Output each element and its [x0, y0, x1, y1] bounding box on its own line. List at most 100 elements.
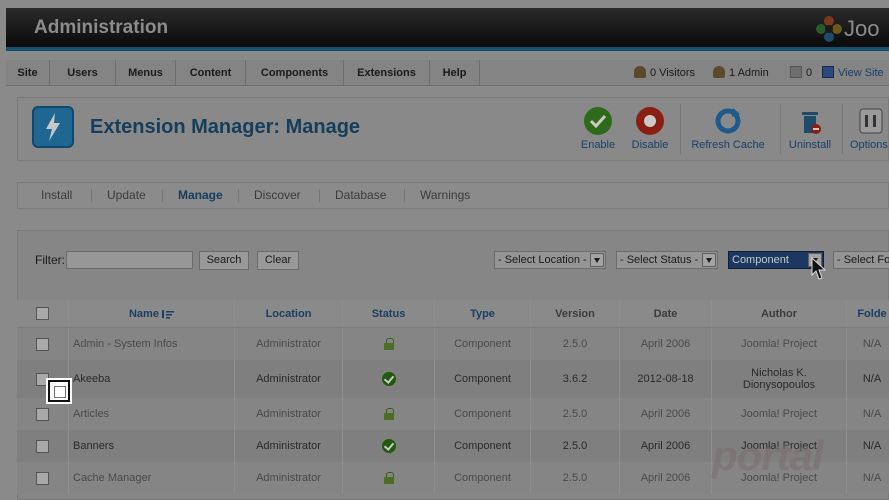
cell-status[interactable]: [343, 430, 435, 462]
tab-discover[interactable]: Discover: [254, 183, 301, 208]
cell-type: Component: [435, 360, 531, 398]
options-icon: [859, 108, 883, 134]
clear-button[interactable]: Clear: [257, 251, 299, 270]
menu-content[interactable]: Content: [176, 60, 246, 86]
header-title: Administration: [34, 17, 169, 38]
cell-date: April 2006: [620, 328, 712, 360]
admin-icon: [713, 66, 725, 78]
row-select-cell: [17, 462, 69, 494]
tab-warnings[interactable]: Warnings: [420, 183, 470, 208]
cell-date: April 2006: [620, 430, 712, 462]
header-folder[interactable]: Folde: [847, 300, 889, 327]
lock-icon: [383, 408, 394, 420]
cell-folder: N/A: [862, 472, 882, 484]
cell-status: [343, 398, 435, 430]
row-checkbox[interactable]: [36, 407, 49, 421]
toolbar-separator: [842, 104, 843, 154]
type-select[interactable]: Component: [728, 251, 824, 269]
tab-database[interactable]: Database: [335, 183, 386, 208]
row-select-cell: [17, 398, 69, 430]
chevron-down-icon: [702, 253, 716, 267]
visitors-status: 0 Visitors: [634, 60, 695, 86]
cell-version: 2.5.0: [531, 398, 620, 430]
cell-location: Administrator: [235, 328, 343, 360]
mail-icon: [790, 66, 802, 78]
header-date[interactable]: Date: [620, 300, 712, 327]
main-menubar: Site Users Menus Content Components Exte…: [6, 60, 889, 86]
menu-components[interactable]: Components: [246, 60, 344, 86]
cell-type: Component: [435, 398, 531, 430]
cell-date: April 2006: [620, 462, 712, 494]
header-location[interactable]: Location: [235, 300, 343, 327]
page-title: Extension Manager: Manage: [90, 116, 361, 138]
refresh-cache-button[interactable]: Refresh Cache: [688, 106, 768, 151]
cell-author: Joomla! Project: [712, 398, 847, 430]
admin-header: Administration Joo: [6, 8, 889, 51]
row-checkbox[interactable]: [36, 337, 49, 351]
options-button[interactable]: Options: [850, 106, 889, 151]
cell-status: [343, 462, 435, 494]
cell-folder: N/A: [862, 408, 882, 420]
row-checkbox[interactable]: [36, 471, 49, 485]
cell-version: 2.5.0: [531, 462, 620, 494]
cell-location: Administrator: [235, 430, 343, 462]
cell-author: Joomla! Project: [712, 328, 847, 360]
select-all-cell: [17, 300, 69, 327]
enable-button[interactable]: Enable: [576, 106, 620, 151]
menu-menus[interactable]: Menus: [116, 60, 176, 86]
cell-date: 2012-08-18: [620, 360, 712, 398]
header-type[interactable]: Type: [435, 300, 531, 327]
select-all-checkbox[interactable]: [36, 307, 49, 320]
folder-select[interactable]: - Select Fo: [833, 251, 889, 269]
cell-type: Component: [435, 462, 531, 494]
toolbar-separator: [680, 104, 681, 154]
submenu-tabs: Install Update Manage Discover Database …: [17, 182, 889, 209]
admin-status: 1 Admin: [713, 60, 769, 86]
cell-status[interactable]: [343, 360, 435, 398]
cell-folder: N/A: [862, 373, 882, 385]
monitor-icon: [822, 66, 834, 78]
tab-separator: [319, 189, 320, 202]
cell-name: Admin - System Infos: [69, 328, 235, 360]
tab-update[interactable]: Update: [107, 183, 146, 208]
check-circle-icon: [584, 107, 612, 135]
cell-name[interactable]: Akeeba: [69, 360, 235, 398]
row-checkbox[interactable]: [36, 439, 49, 453]
disable-button[interactable]: Disable: [626, 106, 674, 151]
filter-input[interactable]: [66, 251, 193, 269]
header-author[interactable]: Author: [712, 300, 847, 327]
cell-name: Cache Manager: [69, 462, 235, 494]
header-status[interactable]: Status: [343, 300, 435, 327]
cell-location: Administrator: [235, 398, 343, 430]
menu-site[interactable]: Site: [6, 60, 50, 86]
visitors-icon: [634, 66, 646, 78]
menu-help[interactable]: Help: [430, 60, 480, 86]
menu-extensions[interactable]: Extensions: [344, 60, 430, 86]
highlighted-row-checkbox[interactable]: [48, 380, 70, 402]
search-button[interactable]: Search: [199, 251, 249, 270]
tab-manage[interactable]: Manage: [178, 183, 223, 208]
tab-separator: [162, 189, 163, 202]
check-icon: [381, 372, 396, 386]
cell-location: Administrator: [235, 360, 343, 398]
location-select[interactable]: - Select Location -: [494, 251, 606, 269]
joomla-logo: Joo: [812, 12, 889, 46]
menu-users[interactable]: Users: [50, 60, 116, 86]
header-name[interactable]: Name: [69, 300, 235, 327]
tab-install[interactable]: Install: [41, 183, 72, 208]
mouse-cursor-icon: [811, 257, 827, 280]
table-row: Admin - System Infos Administrator Compo…: [17, 328, 889, 360]
cell-name[interactable]: Banners: [69, 430, 235, 462]
uninstall-button[interactable]: Uninstall: [786, 106, 834, 151]
cell-location: Administrator: [235, 462, 343, 494]
table-header: Name Location Status Type Version Date A…: [17, 300, 889, 328]
cell-version: 3.6.2: [531, 360, 620, 398]
view-site-link[interactable]: View Site: [822, 60, 884, 86]
cell-type: Component: [435, 328, 531, 360]
row-select-cell: [17, 430, 69, 462]
toolbar-separator: [780, 104, 781, 154]
refresh-icon: [715, 108, 741, 134]
header-version[interactable]: Version: [531, 300, 620, 327]
status-select[interactable]: - Select Status -: [616, 251, 718, 269]
messages-status[interactable]: 0: [790, 60, 812, 86]
